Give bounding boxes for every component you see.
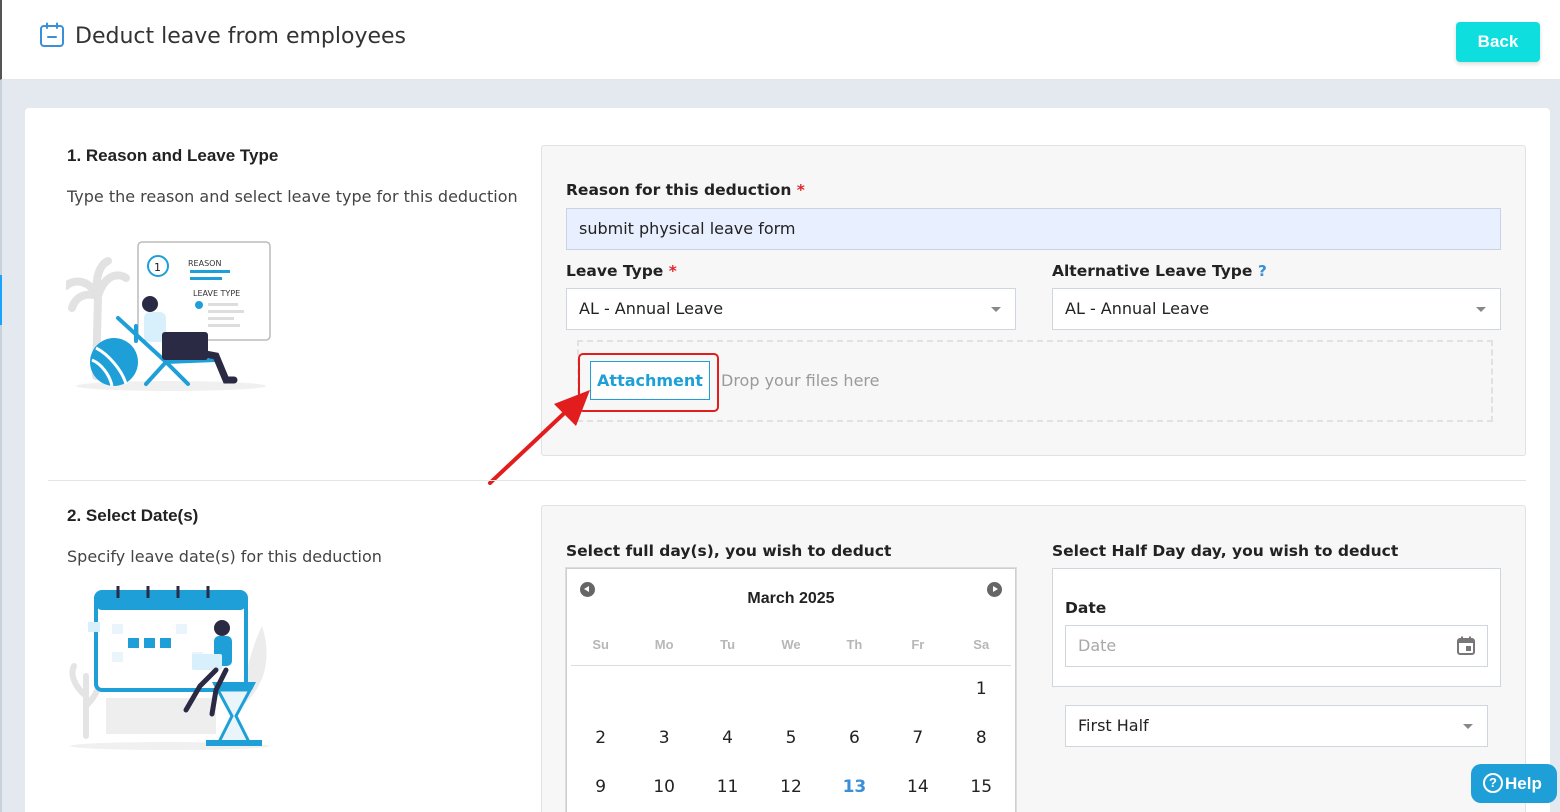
calendar-day[interactable]: 4 bbox=[696, 728, 759, 748]
half-day-label: Select Half Day day, you wish to deduct bbox=[1052, 542, 1399, 560]
calendar-minus-icon bbox=[40, 22, 64, 47]
calendar-weekday: Mo bbox=[654, 637, 674, 652]
calendar-month-title: March 2025 bbox=[747, 590, 835, 607]
required-mark: * bbox=[796, 181, 805, 199]
calendar-weekday: Th bbox=[846, 637, 863, 652]
top-bar: Deduct leave from employees Back bbox=[0, 0, 1560, 80]
calendar-widget: March 2025 Su Mo Tu We Th Fr Sa 1 2 3 4 5 6 7 8 9 10 11 1… bbox=[566, 568, 1016, 812]
calendar-week-row: 2345678 bbox=[569, 728, 1013, 748]
section-dates-title: 2. Select Date(s) bbox=[67, 506, 199, 525]
annotation-highlight-box bbox=[578, 353, 719, 412]
calendar-day[interactable]: 13 bbox=[823, 777, 886, 797]
alt-leave-type-label: Alternative Leave Type ? bbox=[1052, 262, 1267, 280]
help-label: Help bbox=[1505, 773, 1542, 793]
calendar-day[interactable]: 7 bbox=[886, 728, 949, 748]
calendar-icon[interactable] bbox=[1457, 636, 1475, 655]
back-button[interactable]: Back bbox=[1456, 22, 1540, 62]
calendar-day[interactable]: 1 bbox=[950, 679, 1013, 699]
section-dates-description: Specify leave date(s) for this deduction bbox=[67, 547, 382, 566]
calendar-empty-cell bbox=[886, 679, 949, 699]
reason-illustration: 1 REASON LEAVE TYPE bbox=[66, 241, 271, 391]
calendar-day[interactable]: 10 bbox=[632, 777, 695, 797]
calendar-empty-cell bbox=[823, 679, 886, 699]
dates-illustration bbox=[69, 586, 270, 750]
alt-leave-type-select[interactable]: AL - Annual Leave bbox=[1052, 288, 1501, 330]
calendar-week-row: 1 bbox=[569, 679, 1013, 699]
section-reason-description: Type the reason and select leave type fo… bbox=[67, 187, 518, 206]
svg-text:REASON: REASON bbox=[188, 259, 221, 268]
calendar-divider bbox=[571, 665, 1011, 666]
page-title: Deduct leave from employees bbox=[75, 24, 407, 49]
calendar-empty-cell bbox=[632, 679, 695, 699]
full-day-label: Select full day(s), you wish to deduct bbox=[566, 542, 892, 560]
calendar-empty-cell bbox=[759, 679, 822, 699]
chevron-down-icon bbox=[991, 307, 1001, 312]
help-tooltip-icon[interactable]: ? bbox=[1258, 262, 1267, 280]
reason-input[interactable]: submit physical leave form bbox=[566, 208, 1501, 250]
calendar-empty-cell bbox=[696, 679, 759, 699]
date-input[interactable]: Date bbox=[1065, 625, 1488, 667]
dropzone-text: Drop your files here bbox=[721, 371, 880, 390]
annotation-arrow-icon bbox=[488, 390, 590, 485]
calendar-day[interactable]: 11 bbox=[696, 777, 759, 797]
calendar-day[interactable]: 9 bbox=[569, 777, 632, 797]
leave-type-select[interactable]: AL - Annual Leave bbox=[566, 288, 1016, 330]
calendar-day[interactable]: 12 bbox=[759, 777, 822, 797]
left-edge bbox=[0, 80, 2, 812]
section-reason-title: 1. Reason and Leave Type bbox=[67, 146, 279, 165]
half-day-select[interactable]: First Half bbox=[1065, 705, 1488, 747]
leave-type-value: AL - Annual Leave bbox=[579, 299, 724, 318]
calendar-day[interactable]: 14 bbox=[886, 777, 949, 797]
calendar-weekday: Tu bbox=[720, 637, 736, 652]
left-edge-indicator bbox=[0, 275, 2, 325]
chevron-down-icon bbox=[1463, 724, 1473, 729]
calendar-weekday: Sa bbox=[973, 637, 990, 652]
calendar-weekday: Fr bbox=[911, 637, 925, 652]
svg-text:LEAVE TYPE: LEAVE TYPE bbox=[193, 289, 240, 298]
calendar-day[interactable]: 6 bbox=[823, 728, 886, 748]
help-button[interactable]: ? Help bbox=[1471, 764, 1557, 803]
calendar-day[interactable]: 2 bbox=[569, 728, 632, 748]
calendar-day[interactable]: 8 bbox=[950, 728, 1013, 748]
calendar-day[interactable]: 3 bbox=[632, 728, 695, 748]
required-mark: * bbox=[668, 262, 677, 280]
calendar-day[interactable]: 5 bbox=[759, 728, 822, 748]
chevron-down-icon bbox=[1476, 307, 1486, 312]
svg-text:1: 1 bbox=[154, 261, 161, 274]
calendar-week-row: 9 10 11 12 13 14 15 bbox=[569, 777, 1013, 797]
date-label: Date bbox=[1065, 599, 1107, 617]
calendar-weekday: Su bbox=[592, 637, 610, 652]
alt-leave-type-value: AL - Annual Leave bbox=[1065, 299, 1210, 318]
calendar-weekday-row: Su Mo Tu We Th Fr Sa bbox=[569, 637, 1013, 652]
calendar-day[interactable]: 15 bbox=[950, 777, 1013, 797]
question-circle-icon: ? bbox=[1483, 773, 1503, 793]
reason-label: Reason for this deduction * bbox=[566, 181, 805, 199]
section-divider bbox=[48, 480, 1526, 481]
leave-type-label: Leave Type * bbox=[566, 262, 677, 280]
date-placeholder: Date bbox=[1078, 636, 1117, 655]
calendar-weekday: We bbox=[781, 637, 801, 652]
calendar-empty-cell bbox=[569, 679, 632, 699]
half-day-value: First Half bbox=[1078, 716, 1149, 735]
